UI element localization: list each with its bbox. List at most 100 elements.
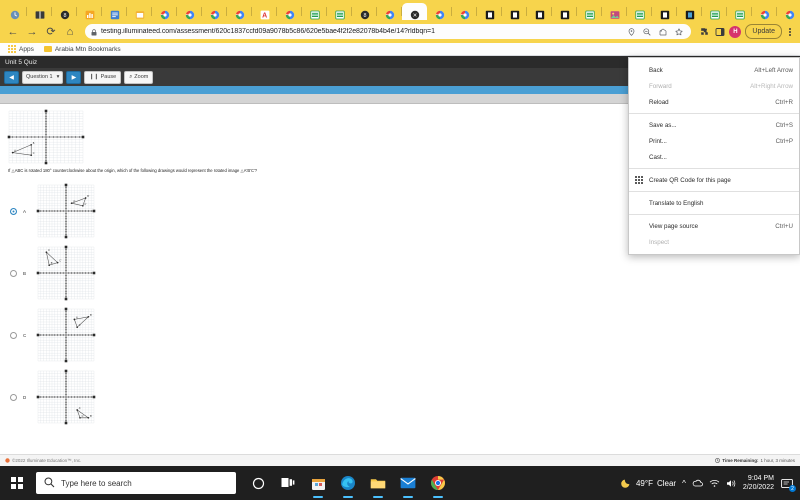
- sidepanel-icon[interactable]: [713, 24, 727, 40]
- ctx-save-as[interactable]: Save as... Ctrl+S: [629, 117, 799, 133]
- browser-tab[interactable]: [477, 3, 502, 20]
- network-icon[interactable]: [709, 479, 720, 488]
- page-title: Unit 5 Quiz: [5, 58, 38, 66]
- update-button[interactable]: Update: [745, 24, 782, 39]
- ctx-print[interactable]: Print... Ctrl+P: [629, 133, 799, 149]
- question-select[interactable]: Question 1 ▾: [22, 70, 64, 84]
- circle-8-icon: 8: [60, 7, 70, 19]
- zoom-button[interactable]: ⌕ Zoom: [124, 70, 154, 84]
- puzzle-icon[interactable]: [697, 24, 711, 40]
- prev-question-button[interactable]: ◀: [4, 70, 19, 84]
- onedrive-icon[interactable]: [692, 479, 703, 487]
- context-menu-label: Cast...: [649, 153, 667, 161]
- browser-tab[interactable]: [727, 3, 752, 20]
- bookmark-apps[interactable]: Apps: [5, 45, 37, 53]
- forward-icon[interactable]: →: [23, 23, 41, 41]
- context-menu-separator: [629, 113, 799, 114]
- start-button[interactable]: [0, 466, 34, 500]
- ctx-back[interactable]: Back Alt+Left Arrow: [629, 62, 799, 78]
- ctx-cast[interactable]: Cast...: [629, 149, 799, 165]
- volume-icon[interactable]: [726, 479, 737, 488]
- browser-tab[interactable]: [377, 3, 402, 20]
- choice-coordinate-graph-d: A'B'C': [35, 368, 97, 427]
- ctx-view-source[interactable]: View page source Ctrl+U: [629, 218, 799, 234]
- taskbar-search[interactable]: Type here to search: [36, 472, 236, 494]
- browser-tab[interactable]: [227, 3, 252, 20]
- browser-tab[interactable]: [527, 3, 552, 20]
- document-icon: [110, 7, 120, 19]
- location-pin-icon[interactable]: [625, 26, 637, 38]
- browser-tab[interactable]: [127, 3, 152, 20]
- choice-graph: A' B' C': [35, 244, 97, 303]
- cortana-icon[interactable]: [244, 466, 272, 500]
- avatar[interactable]: H: [729, 25, 742, 38]
- browser-tab[interactable]: [152, 3, 177, 20]
- radio-button[interactable]: [10, 269, 17, 277]
- ctx-reload[interactable]: Reload Ctrl+R: [629, 94, 799, 110]
- browser-tab[interactable]: [552, 3, 577, 20]
- browser-tab[interactable]: [202, 3, 227, 20]
- bookmark-arabia-mtn[interactable]: Arabia Mtn Bookmarks: [41, 46, 124, 53]
- browser-tab[interactable]: [427, 3, 452, 20]
- browser-tab[interactable]: [2, 3, 27, 20]
- browser-tab[interactable]: [777, 3, 800, 20]
- home-icon[interactable]: ⌂: [61, 23, 79, 41]
- reload-icon[interactable]: ⟳: [42, 23, 60, 41]
- spreadsheet-icon: [584, 7, 595, 19]
- context-menu-label: View page source: [649, 222, 699, 230]
- kebab-menu-icon[interactable]: [784, 27, 796, 36]
- taskbar-clock[interactable]: 9:04 PM 2/20/2022: [743, 474, 774, 493]
- mail-icon[interactable]: [394, 466, 422, 500]
- browser-tab[interactable]: [752, 3, 777, 20]
- ctx-translate[interactable]: Translate to English: [629, 195, 799, 211]
- browser-tab[interactable]: 8: [352, 3, 377, 20]
- share-icon[interactable]: [657, 26, 669, 38]
- radio-button[interactable]: [10, 393, 17, 401]
- choice-d[interactable]: D A' B' C': [0, 366, 800, 428]
- choice-c[interactable]: C A' B' C': [0, 304, 800, 366]
- browser-tab[interactable]: [452, 3, 477, 20]
- browser-tab[interactable]: [77, 3, 102, 20]
- browser-tab[interactable]: 8: [52, 3, 77, 20]
- chevron-up-icon[interactable]: ^: [682, 479, 686, 488]
- browser-tab[interactable]: [502, 3, 527, 20]
- stem-coordinate-graph: ABC: [6, 108, 86, 166]
- weather-widget[interactable]: 49°F Clear: [621, 477, 676, 490]
- notification-icon[interactable]: 2: [780, 476, 796, 492]
- browser-tab[interactable]: [277, 3, 302, 20]
- browser-tab[interactable]: [327, 3, 352, 20]
- browser-tab[interactable]: [302, 3, 327, 20]
- zoom-out-icon[interactable]: [641, 26, 653, 38]
- edge-icon[interactable]: [334, 466, 362, 500]
- dark-doc-icon: [510, 7, 520, 19]
- file-explorer-icon[interactable]: [364, 466, 392, 500]
- choice-letter: A: [23, 208, 27, 214]
- google-icon: [235, 7, 245, 19]
- choice-coordinate-graph-a: A'B'C': [35, 182, 97, 241]
- browser-tab[interactable]: A: [252, 3, 277, 20]
- dark-doc-icon: [485, 7, 495, 19]
- browser-tab[interactable]: [102, 3, 127, 20]
- browser-tab[interactable]: [177, 3, 202, 20]
- browser-tab-active[interactable]: ✕: [402, 3, 427, 20]
- radio-button[interactable]: [10, 331, 17, 339]
- browser-tab[interactable]: [702, 3, 727, 20]
- browser-tab[interactable]: [677, 3, 702, 20]
- bookmark-star-icon[interactable]: [673, 26, 685, 38]
- store-icon[interactable]: [304, 466, 332, 500]
- back-icon[interactable]: ←: [4, 23, 22, 41]
- browser-tab[interactable]: [627, 3, 652, 20]
- task-view-icon[interactable]: [274, 466, 302, 500]
- browser-tab[interactable]: [652, 3, 677, 20]
- chrome-icon[interactable]: [424, 466, 452, 500]
- ctx-qr-code[interactable]: Create QR Code for this page: [629, 172, 799, 188]
- context-menu[interactable]: Back Alt+Left Arrow Forward Alt+Right Arrow…: [628, 57, 800, 255]
- google-icon: [435, 7, 445, 19]
- address-bar[interactable]: testing.illuminateed.com/assessment/620c…: [85, 24, 692, 39]
- pause-button[interactable]: ❙❙ Pause: [84, 70, 122, 84]
- browser-tab[interactable]: [602, 3, 627, 20]
- radio-button[interactable]: [10, 207, 17, 215]
- browser-tab[interactable]: [577, 3, 602, 20]
- next-question-button[interactable]: ▶: [66, 70, 82, 84]
- browser-tab[interactable]: [27, 3, 52, 20]
